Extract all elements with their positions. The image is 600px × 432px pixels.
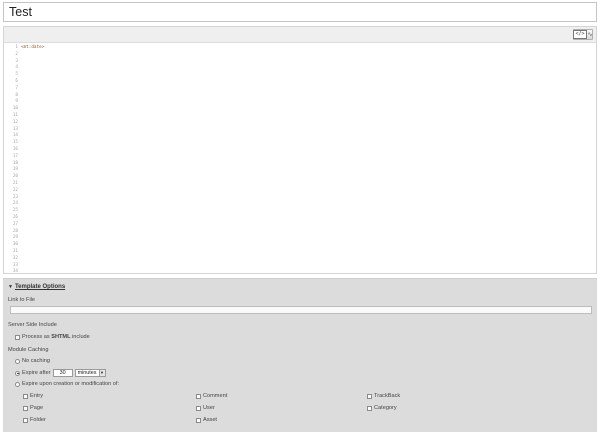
line-number: 25 [12, 208, 18, 214]
expire-after-input[interactable]: 30 [52, 369, 73, 377]
ssi-text: Process as SHTML include [22, 334, 90, 340]
line-number: 27 [12, 221, 18, 227]
chevron-down-icon: ▼ [98, 370, 105, 376]
line-number: 20 [12, 174, 18, 180]
triangle-down-icon: ▼ [8, 284, 13, 290]
comment-checkbox[interactable] [196, 393, 201, 399]
line-number: 5 [15, 72, 18, 78]
type-asset-option: Asset [196, 417, 217, 423]
no-caching-option: No caching [15, 358, 50, 364]
line-number: 6 [15, 78, 18, 84]
line-number: 10 [12, 106, 18, 112]
line-number: 30 [12, 242, 18, 248]
line-number: 32 [12, 255, 18, 261]
line-number: 17 [12, 153, 18, 159]
module-caching-label: Module Caching [8, 347, 49, 353]
line-number: 2 [15, 51, 18, 57]
line-number: 11 [12, 112, 18, 118]
ssi-option: Process as SHTML include [15, 334, 90, 340]
no-caching-radio[interactable] [15, 358, 20, 364]
link-to-file-input[interactable] [10, 306, 592, 314]
line-number: 1 [15, 45, 18, 50]
code-editor[interactable]: </> ∿ 1 2 3 4 5 6 7 8 9 10 11 12 13 14 15 16 17 18 19 20 21 2… [3, 26, 597, 274]
type-entry-option: Entry [23, 393, 43, 399]
type-comment-option: Comment [196, 393, 227, 399]
user-label: User [203, 405, 215, 411]
line-number-gutter: 1 2 3 4 5 6 7 8 9 10 11 12 13 14 15 16 17 18 19 20 21 22 23 24 2… [4, 45, 18, 274]
expire-event-radio[interactable] [15, 381, 20, 387]
trackback-checkbox[interactable] [367, 393, 372, 399]
code-icon: </> [573, 30, 587, 39]
comment-label: Comment [203, 393, 228, 399]
folder-label: Folder [30, 417, 46, 423]
line-number: 7 [15, 85, 18, 91]
code-area[interactable]: 1 2 3 4 5 6 7 8 9 10 11 12 13 14 15 16 17 18 19 20 21 22 23 24 2… [4, 43, 596, 274]
line-number: 22 [12, 187, 18, 193]
asset-label: Asset [203, 417, 217, 423]
entry-label: Entry [30, 393, 44, 399]
line-number: 34 [12, 269, 18, 274]
line-number: 21 [12, 180, 18, 186]
type-page-option: Page [23, 405, 43, 411]
line-number: 12 [12, 119, 18, 125]
expire-event-label: Expire upon creation or modification of: [22, 381, 120, 387]
page-checkbox[interactable] [23, 405, 28, 411]
line-number: 16 [12, 146, 18, 152]
expire-unit-value: minutes [77, 370, 97, 376]
line-number: 15 [12, 140, 18, 146]
title-input[interactable]: Test [3, 2, 597, 22]
type-user-option: User [196, 405, 215, 411]
wave-icon: ∿ [587, 31, 593, 38]
type-folder-option: Folder [23, 417, 46, 423]
ssi-label: Server Side Include [8, 322, 57, 328]
editor-toolbar: </> ∿ [4, 27, 596, 43]
no-caching-label: No caching [22, 358, 50, 364]
page-label: Page [30, 405, 44, 411]
expire-after-radio[interactable] [15, 370, 20, 376]
type-category-option: Category [367, 405, 397, 411]
line-number: 26 [12, 214, 18, 220]
trackback-label: TrackBack [374, 393, 401, 399]
expire-after-option: Expire after 30 minutes ▼ [15, 369, 106, 377]
ssi-checkbox[interactable] [15, 334, 20, 340]
type-trackback-option: TrackBack [367, 393, 400, 399]
template-options-panel: ▼ Template Options Link to File Server S… [3, 278, 597, 432]
expire-unit-select[interactable]: minutes ▼ [74, 369, 106, 377]
line-number: 31 [12, 248, 18, 254]
template-options-label: Template Options [14, 284, 66, 290]
expire-after-label: Expire after [22, 370, 51, 376]
link-to-file-label: Link to File [8, 297, 36, 303]
code-line-1[interactable]: <mt:date> [21, 45, 44, 52]
entry-checkbox[interactable] [23, 393, 28, 399]
category-label: Category [374, 405, 397, 411]
syntax-highlight-button[interactable]: </> ∿ [573, 29, 593, 40]
template-options-toggle[interactable]: ▼ Template Options [8, 284, 65, 290]
expire-event-option: Expire upon creation or modification of: [15, 381, 119, 387]
user-checkbox[interactable] [196, 405, 201, 411]
folder-checkbox[interactable] [23, 417, 28, 423]
asset-checkbox[interactable] [196, 417, 201, 423]
category-checkbox[interactable] [367, 405, 372, 411]
